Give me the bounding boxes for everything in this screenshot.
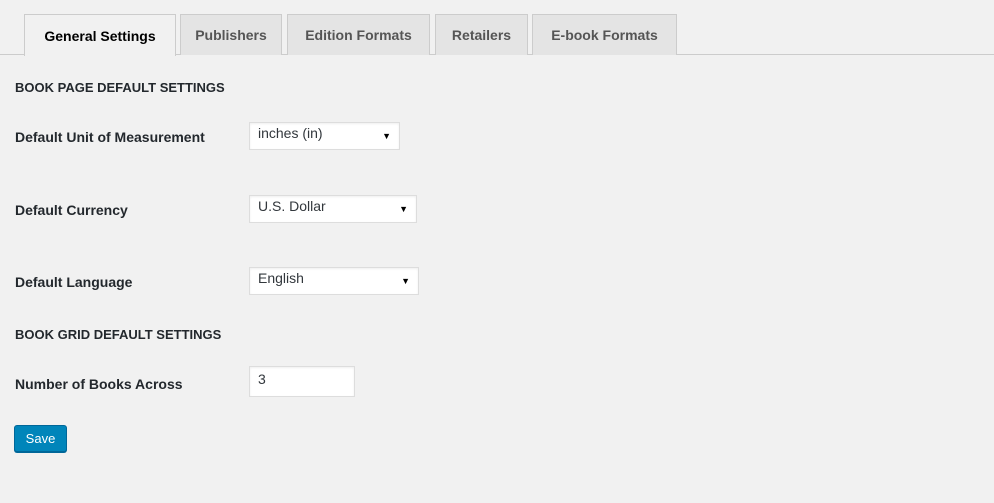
tab-edition-formats[interactable]: Edition Formats [287, 14, 430, 55]
language-label: Default Language [15, 274, 133, 290]
book-grid-settings-heading: BOOK GRID DEFAULT SETTINGS [15, 327, 222, 342]
chevron-down-icon: ▼ [401, 276, 410, 286]
currency-label: Default Currency [15, 202, 128, 218]
unit-of-measurement-value: inches (in) [258, 125, 323, 141]
chevron-down-icon: ▼ [399, 204, 408, 214]
chevron-down-icon: ▼ [382, 131, 391, 141]
language-select[interactable]: English ▼ [249, 267, 419, 295]
tab-ebook-formats[interactable]: E-book Formats [532, 14, 677, 55]
currency-value: U.S. Dollar [258, 198, 326, 214]
currency-select[interactable]: U.S. Dollar ▼ [249, 195, 417, 223]
books-across-label: Number of Books Across [15, 376, 183, 392]
unit-of-measurement-select[interactable]: inches (in) ▼ [249, 122, 400, 150]
language-value: English [258, 270, 304, 286]
save-button[interactable]: Save [14, 425, 67, 452]
books-across-input[interactable]: 3 [249, 366, 355, 397]
tab-retailers[interactable]: Retailers [435, 14, 528, 55]
tab-general-settings[interactable]: General Settings [24, 14, 176, 56]
book-page-settings-heading: BOOK PAGE DEFAULT SETTINGS [15, 80, 225, 95]
settings-tab-bar: General Settings Publishers Edition Form… [0, 0, 994, 56]
unit-of-measurement-label: Default Unit of Measurement [15, 129, 205, 145]
tab-publishers[interactable]: Publishers [180, 14, 282, 55]
